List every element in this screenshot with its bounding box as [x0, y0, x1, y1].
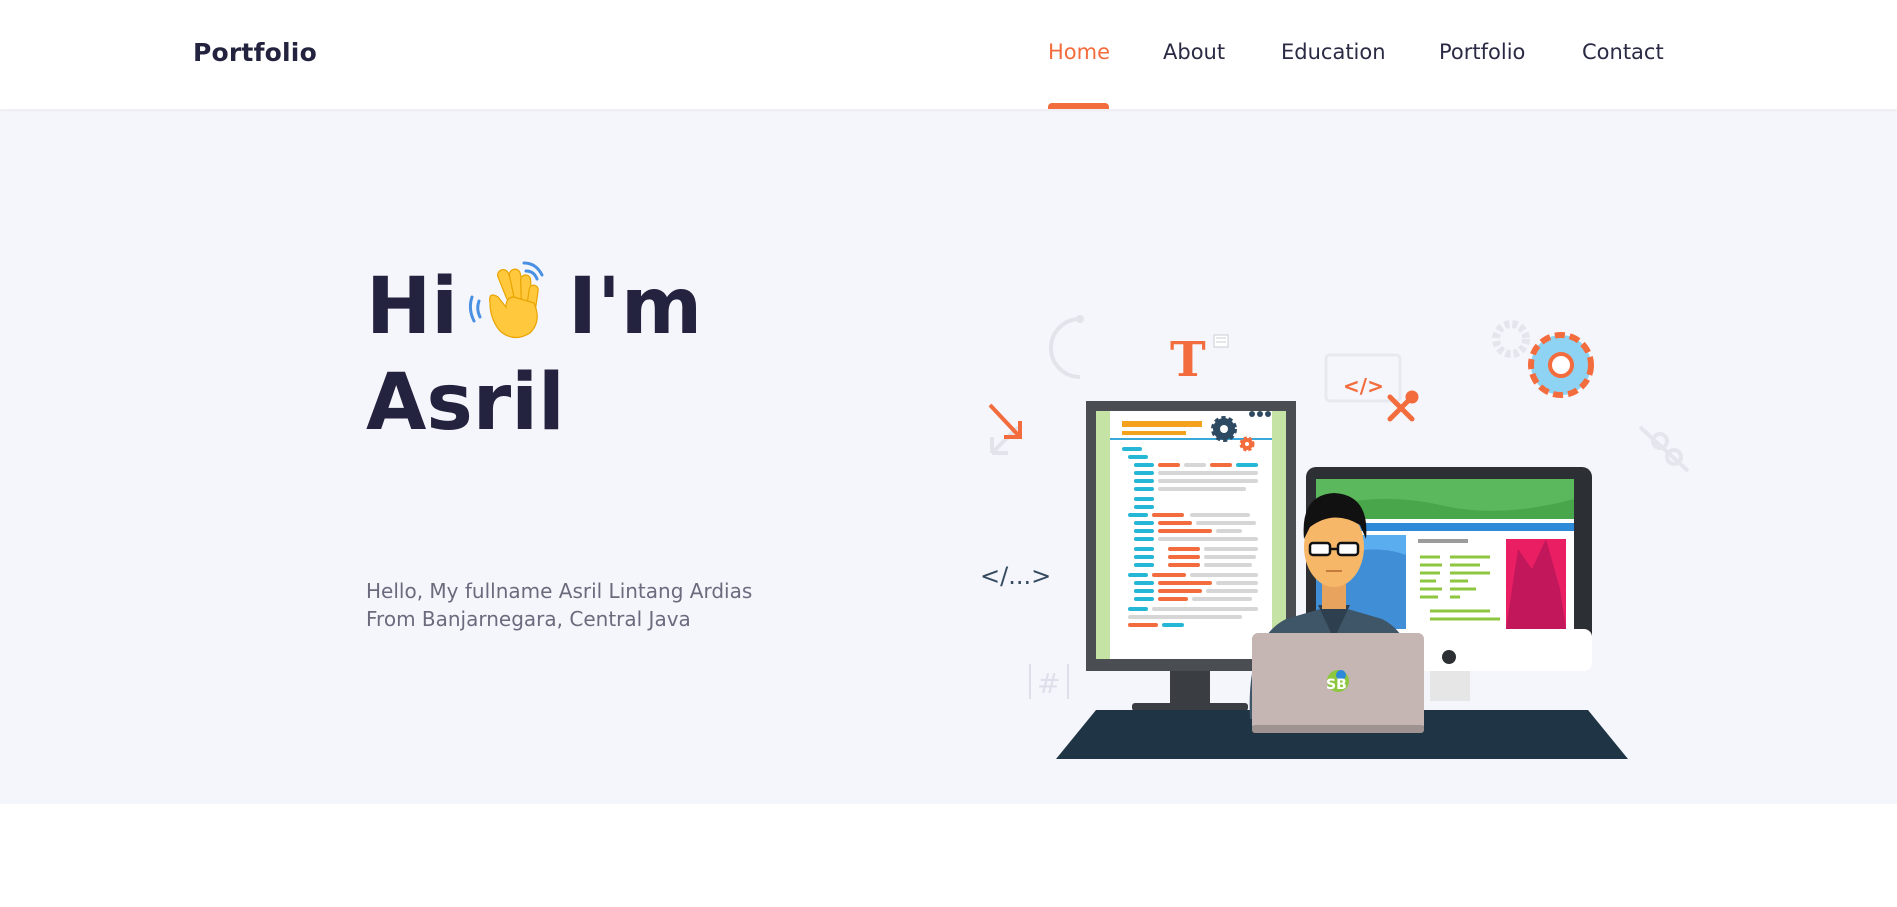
hero-name: Asril	[366, 358, 565, 448]
im-text: I'm	[568, 262, 703, 352]
hero-intro: Hello, My fullname Asril Lintang Ardias …	[366, 577, 752, 633]
active-nav-indicator	[1048, 103, 1109, 109]
waving-hand-icon	[468, 261, 544, 339]
dot-decoration	[1076, 315, 1084, 323]
faint-hash-icon: #	[1029, 664, 1069, 700]
laptop-logo: SB	[1326, 677, 1347, 693]
nav-item-portfolio[interactable]: Portfolio	[1439, 40, 1525, 64]
hero-section: Hi I'm Asril Hello, My fullname Asril Li…	[0, 109, 1897, 804]
nav-item-home[interactable]: Home	[1048, 40, 1110, 64]
code-tag-small: </>	[1343, 374, 1384, 398]
next-section	[0, 804, 1897, 907]
hero-heading: Hi I'm Asril	[366, 257, 702, 451]
wrench-icon	[1387, 390, 1419, 422]
arc-decoration	[1049, 317, 1081, 379]
svg-text:#: #	[1037, 667, 1060, 700]
intro-line-2: From Banjarnegara, Central Java	[366, 607, 691, 631]
arrow-icon	[988, 403, 1022, 455]
developer-illustration: # |#| </...> </> T	[980, 315, 1690, 759]
laptop: SB	[1252, 633, 1424, 733]
nav-item-contact[interactable]: Contact	[1582, 40, 1664, 64]
navbar: Portfolio Home About Education Portfolio…	[0, 0, 1897, 109]
intro-line-1: Hello, My fullname Asril Lintang Ardias	[366, 579, 753, 603]
nav-item-about[interactable]: About	[1163, 40, 1225, 64]
settings-gear-icon	[1528, 332, 1594, 398]
brand-logo[interactable]: Portfolio	[193, 38, 317, 67]
faint-link-icon	[1638, 425, 1690, 473]
nav-item-education[interactable]: Education	[1281, 40, 1386, 64]
hero-heading-line-1: Hi I'm	[366, 257, 702, 355]
letter-t-icon: T	[1170, 332, 1206, 388]
greeting-text: Hi	[366, 262, 459, 352]
text-cursor-icon	[1213, 334, 1229, 348]
code-tag-large: </...>	[980, 562, 1051, 590]
faint-gear-icon	[1492, 320, 1530, 358]
